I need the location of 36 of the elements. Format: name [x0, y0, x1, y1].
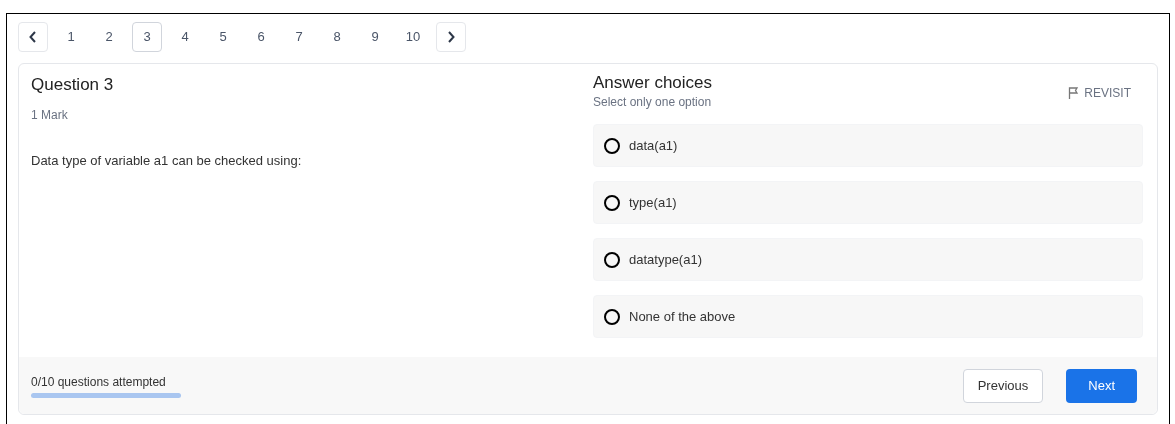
next-button[interactable]: Next — [1066, 368, 1137, 403]
page-number[interactable]: 1 — [56, 22, 86, 52]
page-number[interactable]: 9 — [360, 22, 390, 52]
page-number[interactable]: 10 — [398, 22, 428, 52]
answer-option[interactable]: type(a1) — [593, 181, 1143, 225]
progress-text: 0/10 questions attempted — [31, 374, 167, 391]
chevron-left-icon — [29, 31, 37, 43]
answer-title: Answer choices — [593, 72, 713, 94]
page-number[interactable]: 2 — [94, 22, 124, 52]
previous-page-button[interactable] — [18, 22, 48, 52]
question-text: Data type of variable a1 can be checked using: — [31, 151, 303, 170]
radio-button[interactable] — [604, 194, 620, 211]
option-label: data(a1) — [629, 137, 678, 155]
chevron-right-icon — [447, 31, 455, 43]
answer-option[interactable]: datatype(a1) — [593, 238, 1143, 282]
option-label: None of the above — [629, 308, 736, 326]
question-marks: 1 Mark — [31, 106, 69, 124]
answer-option[interactable]: data(a1) — [593, 124, 1143, 168]
radio-button[interactable] — [604, 137, 620, 154]
page-number[interactable]: 3 — [132, 22, 162, 52]
radio-button[interactable] — [604, 308, 620, 325]
answer-hint: Select only one option — [593, 94, 713, 112]
next-page-button[interactable] — [436, 22, 466, 52]
page-number[interactable]: 4 — [170, 22, 200, 52]
answer-option[interactable]: None of the above — [593, 295, 1143, 339]
flag-icon — [1068, 87, 1080, 99]
page-number[interactable]: 8 — [322, 22, 352, 52]
question-title: Question 3 — [31, 74, 115, 96]
option-label: type(a1) — [629, 194, 677, 212]
page-number[interactable]: 6 — [246, 22, 276, 52]
revisit-button[interactable]: REVISIT — [1068, 84, 1131, 102]
page-number[interactable]: 5 — [208, 22, 238, 52]
radio-button[interactable] — [604, 251, 620, 268]
option-label: datatype(a1) — [629, 251, 702, 269]
previous-button[interactable]: Previous — [962, 368, 1044, 403]
page-number[interactable]: 7 — [284, 22, 314, 52]
